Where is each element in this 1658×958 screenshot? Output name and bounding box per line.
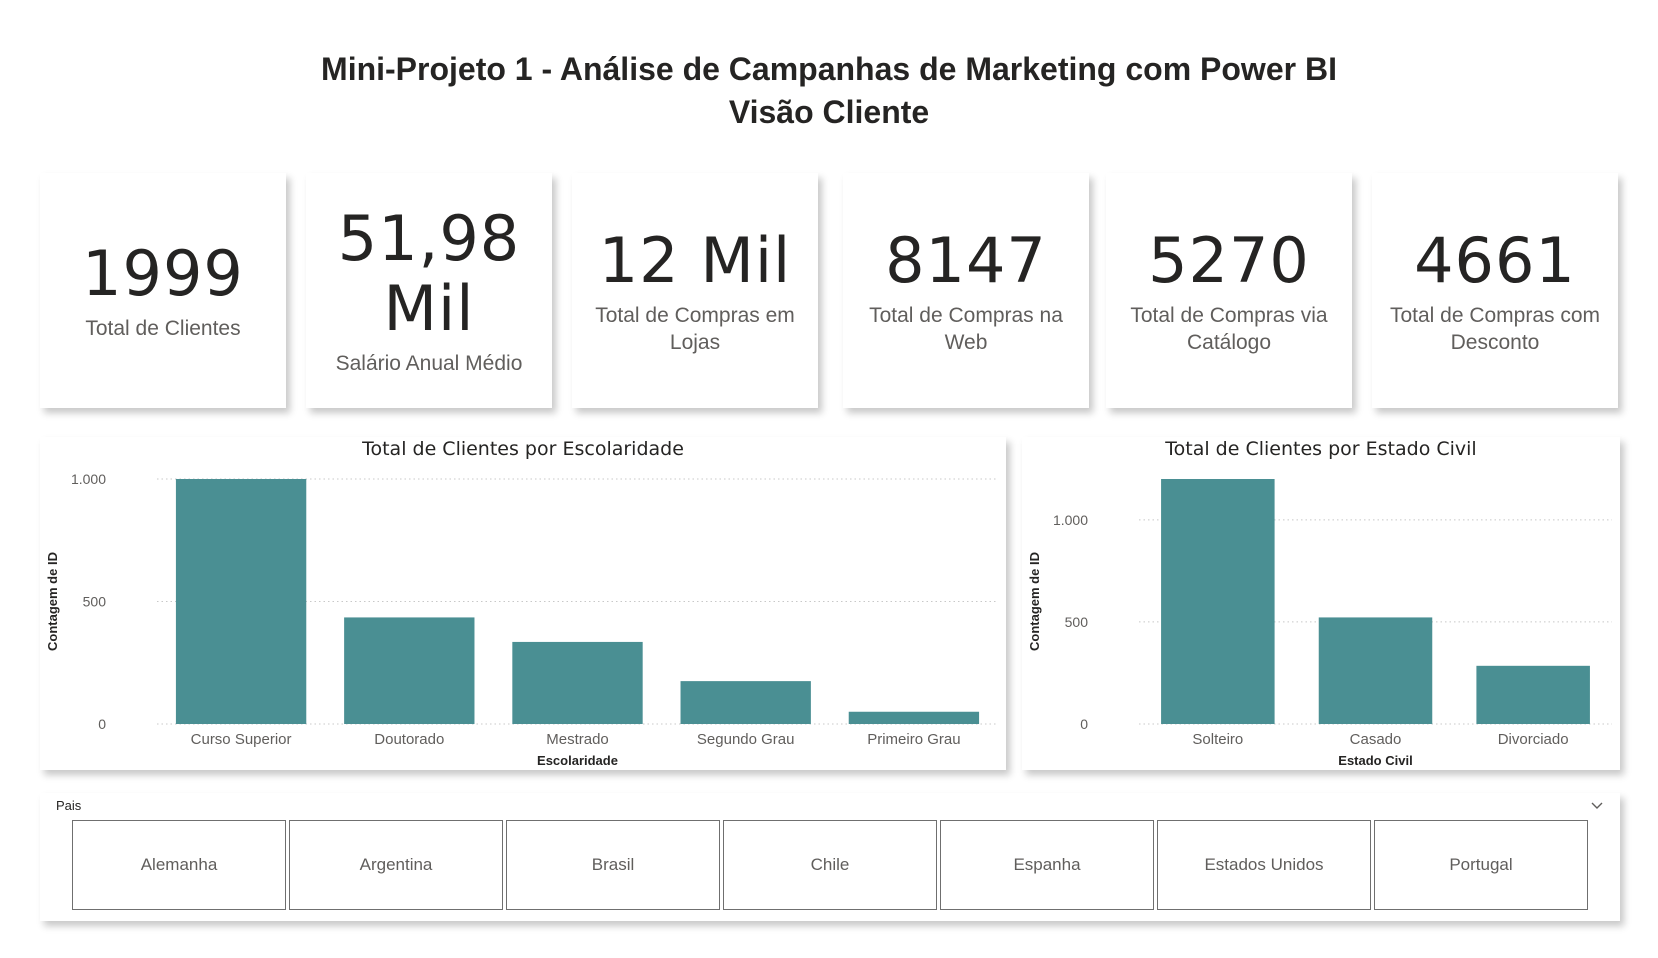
kpi-value: 5270 <box>1148 223 1310 297</box>
bar[interactable] <box>175 479 307 724</box>
kpi-label: Total de Clientes <box>85 317 241 340</box>
x-tick-label: Segundo Grau <box>697 731 795 748</box>
kpi-label: Total de Compras em Lojas <box>595 303 795 354</box>
slicer-option-alemanha[interactable]: Alemanha <box>72 820 286 910</box>
kpi-value: 4661 <box>1414 223 1576 297</box>
x-tick-label: Primeiro Grau <box>867 731 960 748</box>
report-title: Mini-Projeto 1 - Análise de Campanhas de… <box>0 48 1658 134</box>
x-axis-title: Estado Civil <box>1338 753 1412 768</box>
bar[interactable] <box>1161 479 1275 724</box>
slicer-option-argentina[interactable]: Argentina <box>289 820 503 910</box>
bar[interactable] <box>344 617 475 724</box>
y-axis-title: Contagem de ID <box>45 552 60 651</box>
kpi-card-salario-anual-medio[interactable]: 51,98 Mil Salário Anual Médio <box>306 173 552 408</box>
kpi-value: 1999 <box>82 237 244 310</box>
kpi-label: Total de Compras via Catálogo <box>1130 303 1328 354</box>
x-axis-title: Escolaridade <box>537 753 618 768</box>
slicer-option-portugal[interactable]: Portugal <box>1374 820 1588 910</box>
kpi-value: 8147 <box>885 223 1047 297</box>
y-axis-title: Contagem de ID <box>1027 552 1042 651</box>
report-title-line-2: Visão Cliente <box>728 94 930 130</box>
y-tick-label: 500 <box>83 594 107 610</box>
kpi-card-compras-lojas[interactable]: 12 Mil Total de Compras em Lojas <box>572 173 818 408</box>
slicer-option-brasil[interactable]: Brasil <box>506 820 720 910</box>
y-tick-label: 0 <box>1080 716 1088 732</box>
kpi-card-compras-catalogo[interactable]: 5270 Total de Compras via Catálogo <box>1106 173 1352 408</box>
kpi-value: 51,98 Mil <box>337 202 521 345</box>
y-tick-label: 500 <box>1065 614 1089 630</box>
bar[interactable] <box>680 681 811 724</box>
x-tick-label: Mestrado <box>546 731 609 748</box>
y-tick-label: 1.000 <box>71 471 106 487</box>
kpi-label: Total de Compras na Web <box>869 303 1063 354</box>
bar[interactable] <box>1476 665 1590 724</box>
bar-chart-svg: 0 500 1.000 Solteiro Casado Divorciado Estado … <box>1027 479 1612 768</box>
bar[interactable] <box>848 711 980 724</box>
chart-clientes-por-escolaridade[interactable]: Total de Clientes por Escolaridade 0 500 1… <box>40 437 1006 770</box>
y-tick-label: 1.000 <box>1053 512 1088 528</box>
kpi-card-compras-web[interactable]: 8147 Total de Compras na Web <box>843 173 1089 408</box>
bar-chart-svg: 0 500 1.000 Curso Superior Doutorado Mestrado… <box>45 471 998 768</box>
kpi-label: Total de Compras com Desconto <box>1389 303 1601 354</box>
y-tick-label: 0 <box>98 716 106 732</box>
x-tick-label: Curso Superior <box>191 731 292 748</box>
x-tick-label: Casado <box>1350 731 1402 748</box>
slicer-title: Pais <box>56 798 82 813</box>
bar[interactable] <box>1318 617 1433 724</box>
kpi-card-compras-desconto[interactable]: 4661 Total de Compras com Desconto <box>1372 173 1618 408</box>
x-tick-label: Doutorado <box>374 731 444 748</box>
kpi-value: 12 Mil <box>598 223 792 297</box>
slicer-option-chile[interactable]: Chile <box>723 820 937 910</box>
chart-clientes-por-estado-civil[interactable]: Total de Clientes por Estado Civil 0 500 1… <box>1022 437 1620 770</box>
bar[interactable] <box>512 641 643 724</box>
report-title-line-1: Mini-Projeto 1 - Análise de Campanhas de… <box>321 51 1337 87</box>
pais-slicer: Pais Alemanha Argentina Brasil Chile Espanha… <box>40 793 1620 921</box>
slicer-option-espanha[interactable]: Espanha <box>940 820 1154 910</box>
kpi-label: Salário Anual Médio <box>335 352 523 375</box>
slicer-option-estados-unidos[interactable]: Estados Unidos <box>1157 820 1371 910</box>
chevron-down-icon[interactable] <box>1590 799 1604 813</box>
x-tick-label: Divorciado <box>1498 731 1569 748</box>
x-tick-label: Solteiro <box>1192 731 1243 748</box>
kpi-card-total-clientes[interactable]: 1999 Total de Clientes <box>40 173 286 408</box>
